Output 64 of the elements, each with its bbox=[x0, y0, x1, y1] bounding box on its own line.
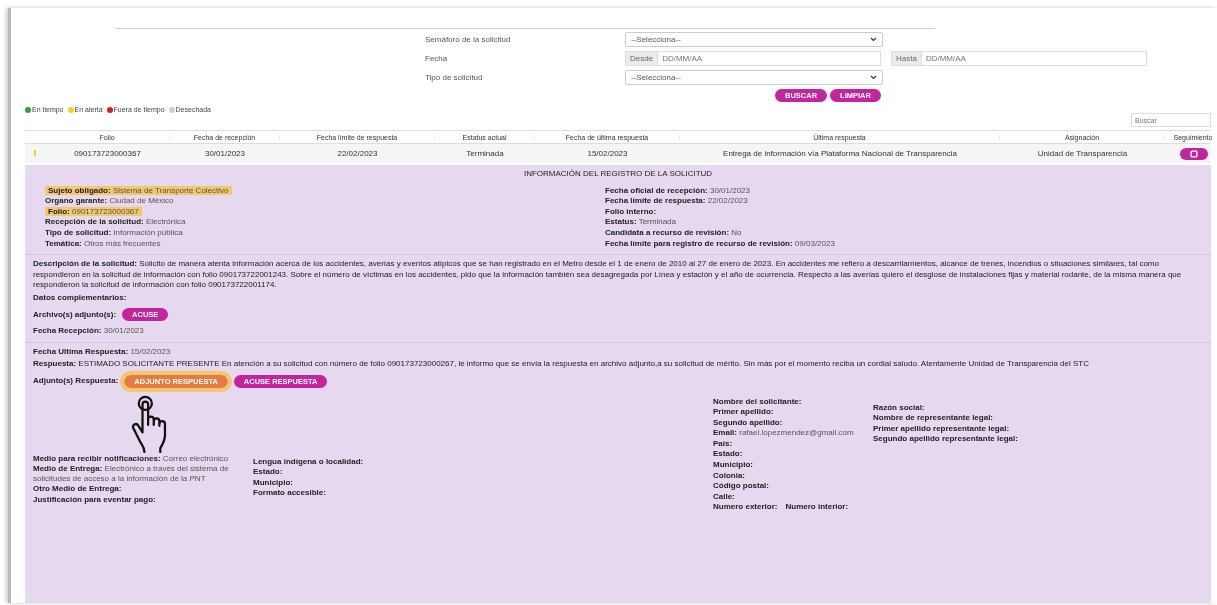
filter-label: Fecha bbox=[425, 54, 449, 63]
table-cell: Unidad de Transparencia bbox=[1037, 149, 1128, 158]
detail-field: Calle: bbox=[713, 491, 863, 502]
detail-field: Estatus: Terminada bbox=[605, 217, 835, 227]
table-cell: Entrega de información vía Plataforma Nacional de Transparencia bbox=[723, 149, 957, 158]
table-cell: 15/02/2023 bbox=[587, 149, 628, 158]
detail-field: Fecha Recepción: 30/01/2023 bbox=[33, 325, 144, 335]
detail-field: Colonia: bbox=[713, 470, 863, 481]
follow-up-button[interactable] bbox=[1179, 147, 1208, 160]
detail-field: Candidata a recurso de revisión: No bbox=[605, 227, 835, 238]
chevron-icon bbox=[870, 75, 877, 80]
document-icon bbox=[1189, 149, 1198, 158]
detail-field: Justificación para eventar pago: bbox=[33, 494, 233, 505]
detail-field: Fecha oficial de recepción: 30/01/2023 bbox=[605, 185, 835, 196]
detail-field: Fecha límite para registro de recurso de revisión: 09/03/2023 bbox=[605, 238, 835, 249]
panel-title: INFORMACIÓN DEL REGISTRO DE LA SOLICITUD bbox=[523, 169, 713, 178]
detail-field: Primer apellido representante legal: bbox=[873, 423, 1018, 434]
detail-field: Folio interno: bbox=[605, 206, 835, 217]
detail-field: Estado: bbox=[253, 467, 713, 477]
detail-field: Fecha límite de respuesta: 22/02/2023 bbox=[605, 196, 835, 206]
response-text: Respuesta: ESTIMADO SOLICITANTE PRESENTE En atención a su solicitud con número de folio 090173723000267, le informo que se envía la respuesta en archivo adjunto,a su solicitud de mérito. Sin más por el momento reciba un cordial saludo. Atentamente Unidad de Transparencia del STC bbox=[33, 359, 1090, 370]
table-cell: Terminada bbox=[466, 149, 504, 158]
table-cell: 22/02/2023 bbox=[337, 149, 378, 158]
table-cell: 090173723000367 bbox=[74, 149, 141, 158]
detail-field: Municipio: bbox=[713, 460, 863, 470]
detail-field: Código postal: bbox=[713, 481, 863, 491]
detail-field: Organo garante: Ciudad de México bbox=[45, 196, 605, 206]
date-field[interactable]: DD/MM/AA bbox=[921, 51, 1147, 66]
attachment-label: Adjunto(s) Respuesta: bbox=[33, 376, 119, 386]
date-prefix: Hasta bbox=[891, 51, 922, 66]
detail-field: Nombre del solicitante: bbox=[713, 396, 863, 407]
filter-label: Tipo de solicitud bbox=[425, 73, 484, 82]
chevron-icon bbox=[870, 37, 877, 42]
detail-field: Segundo apellido representante legal: bbox=[873, 434, 1018, 444]
detail-field: Otro Medio de Entrega: bbox=[33, 484, 233, 494]
date-prefix: Desde bbox=[625, 51, 659, 66]
detail-field: Lengua indígena o localidad: bbox=[253, 456, 713, 467]
section-label: Datos complementarios: bbox=[33, 293, 127, 303]
description-text: Descripción de la solicitud: Solicito de manera atenta información acerca de los accidentes, averías y eventos atípicos que se han registrado en el Metro desde el 1 de enero de 2010 al 27 de enero de 2023. En accidentes me refiero a descarrilamientos, alcance de trenes, incendios o situaciones similares, tal como respondieron en la solicitud de información con folio 090173722001243. Sobre el número de víctimas en los accidentes, pido que la información también sea desagregada por Línea y estación y el año de ocurrencia. Respecto a las averías quiero el desglose de instalaciones fijas y material rodante, de la misma manera que respondieron la solicitud de información con folio 090173722001174. bbox=[33, 259, 1183, 291]
detail-field: Municipio: bbox=[253, 477, 713, 488]
detail-field: Medio para recibir notificaciones: Correo electrónico bbox=[33, 453, 233, 464]
detail-field: Email: rafael.lopezmendez@gmail.com bbox=[713, 428, 863, 438]
detail-field: Numero interior: bbox=[785, 502, 849, 513]
detail-field: Segundo apellido: bbox=[713, 417, 863, 428]
detail-field: Formato accesible: bbox=[253, 488, 713, 498]
detail-field: Sujeto obligado: Sistema de Transporte Colectivo bbox=[45, 185, 232, 196]
detail-field: Folio: 090173723000367 bbox=[45, 206, 142, 217]
detail-field: Medio de Entrega: Electrónico a través del sistema de solicitudes de acceso a la información de la PNT bbox=[33, 464, 233, 484]
detail-field: Primer apellido: bbox=[713, 407, 863, 417]
detail-field: Tipo de solicitud: Información pública bbox=[45, 227, 605, 238]
detail-field: Razón social: bbox=[873, 402, 1018, 413]
attachment-label: Archivo(s) adjunto(s): bbox=[33, 309, 117, 320]
detail-field: Recepción de la solicitud: Electrónica bbox=[45, 217, 605, 227]
table-cell: 30/01/2023 bbox=[204, 149, 245, 158]
detail-field: Numero exterior: bbox=[713, 502, 778, 513]
date-field[interactable]: DD/MM/AA bbox=[658, 51, 881, 66]
detail-field: Temática: Otros más frecuentes bbox=[45, 238, 605, 249]
detail-field: Fecha Ultima Respuesta: 15/02/2023 bbox=[33, 346, 171, 356]
detail-field: Nombre de representante legal: bbox=[873, 413, 1018, 423]
select-field[interactable]: --Selecciona-- bbox=[625, 70, 883, 85]
detail-field: Estado: bbox=[713, 449, 863, 460]
filter-label: Semáforo de la solicitud bbox=[425, 35, 512, 44]
select-field[interactable]: --Selecciona-- bbox=[625, 32, 883, 47]
detail-field: País: bbox=[713, 438, 863, 449]
